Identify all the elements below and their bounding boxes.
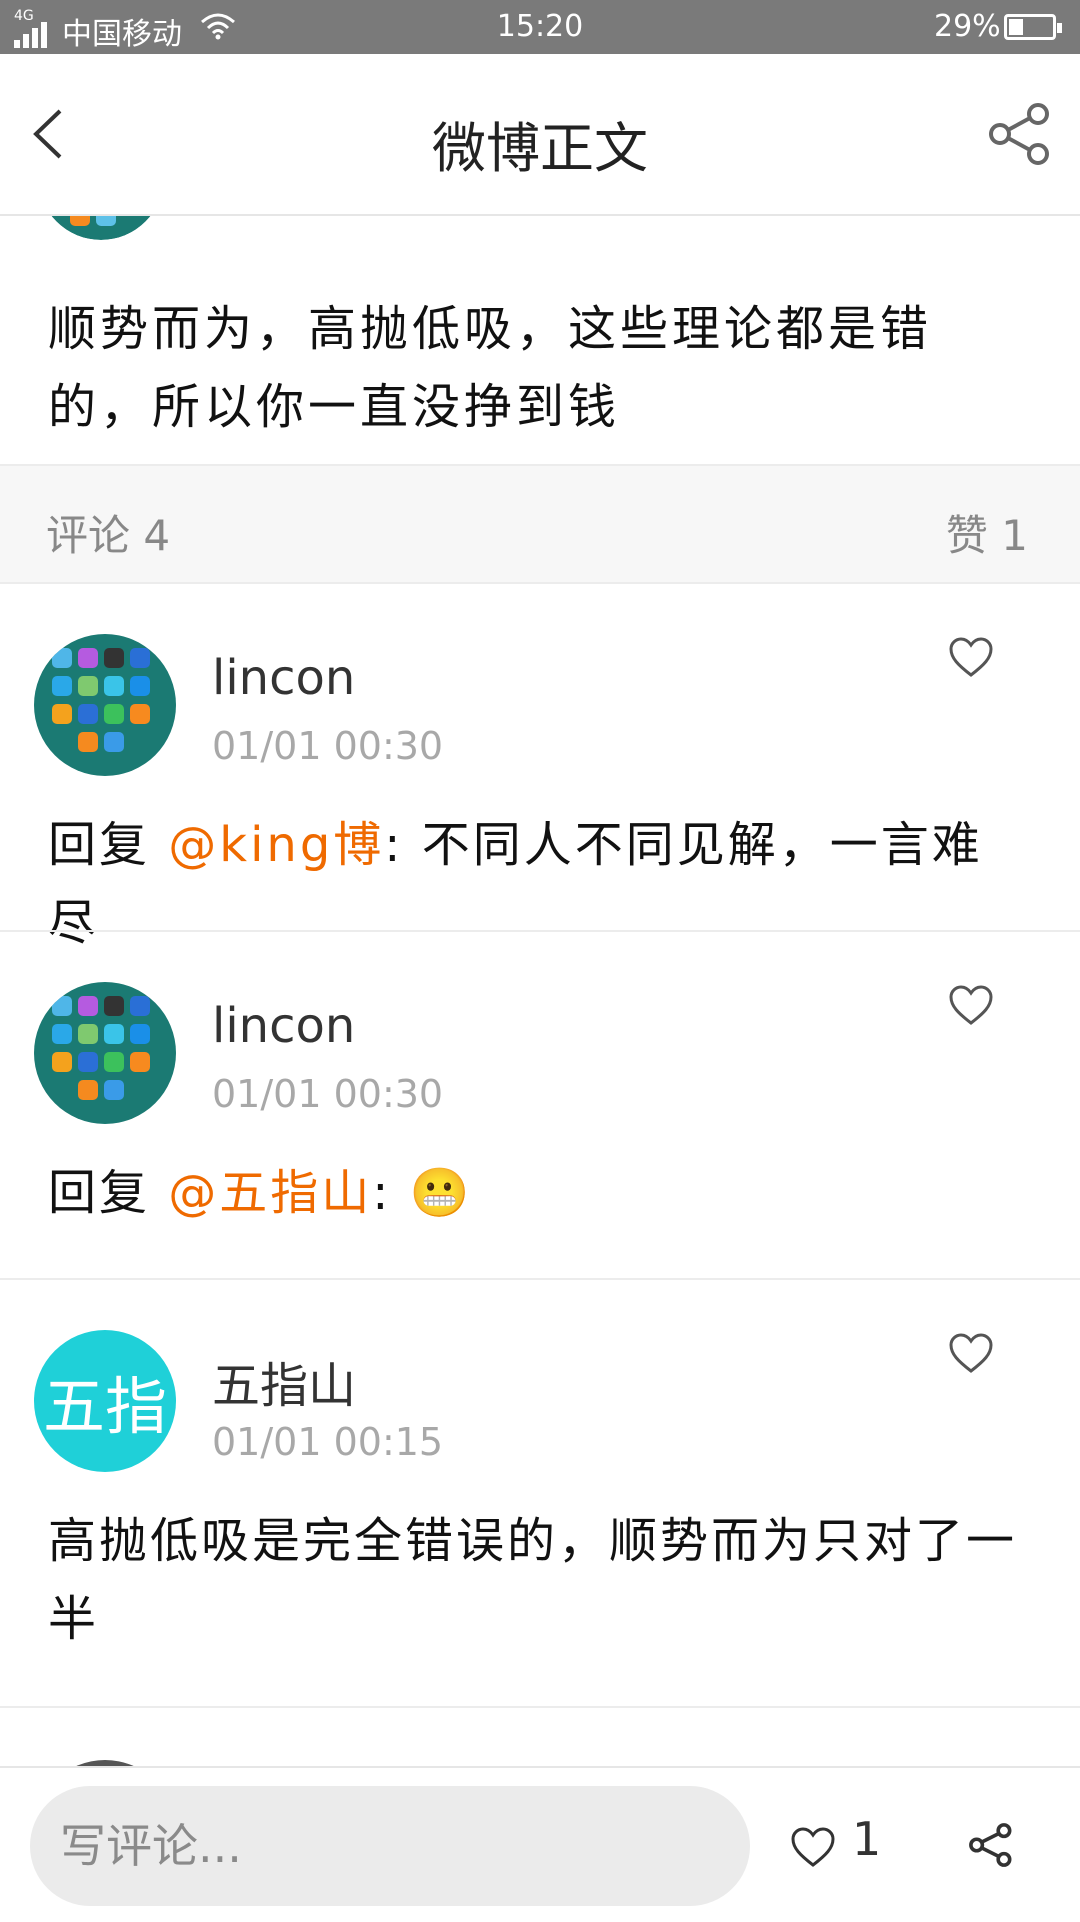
battery-percent: 29%	[934, 9, 1001, 44]
heart-icon[interactable]	[790, 1826, 836, 1868]
divider	[0, 1706, 1080, 1708]
battery-icon	[1004, 14, 1062, 40]
comment-item: 五指 五指山 01/01 00:15 高抛低吸是完全错误的，顺势而为只对了一半	[0, 1280, 1080, 1708]
avatar[interactable]: 五指	[34, 1330, 176, 1472]
comment-author[interactable]: lincon	[212, 650, 355, 706]
comment-text: : 😬	[372, 1165, 473, 1221]
share-icon[interactable]	[968, 1822, 1014, 1868]
avatar[interactable]	[34, 634, 176, 776]
heart-icon[interactable]	[948, 984, 994, 1026]
comment-time: 01/01 00:30	[212, 1072, 444, 1116]
comment-text: 高抛低吸是完全错误的，顺势而为只对了一半	[48, 1513, 1018, 1647]
bottom-bar: 写评论... 1	[0, 1766, 1080, 1922]
page-title: 微博正文	[432, 117, 648, 180]
counts-bar: 评论 4 赞 1	[0, 466, 1080, 582]
comment-author[interactable]: 五指山	[212, 1346, 356, 1416]
mention-link[interactable]: @king博	[168, 817, 384, 873]
mention-link[interactable]: @五指山	[168, 1165, 372, 1221]
heart-icon[interactable]	[948, 1332, 994, 1374]
comment-item: lincon 01/01 00:30 回复 @五指山: 😬	[0, 932, 1080, 1280]
comment-input[interactable]: 写评论...	[30, 1786, 750, 1906]
comment-time: 01/01 00:15	[212, 1420, 444, 1464]
avatar[interactable]	[34, 982, 176, 1124]
comment-count[interactable]: 评论 4	[46, 502, 170, 563]
heart-icon[interactable]	[948, 636, 994, 678]
like-count[interactable]: 赞 1	[946, 502, 1028, 563]
comment-time: 01/01 00:30	[212, 724, 444, 768]
reply-prefix: 回复	[48, 817, 169, 873]
reply-prefix: 回复	[48, 1165, 169, 1221]
comment-body: 回复 @五指山: 😬	[48, 1154, 1028, 1232]
status-bar: 4G 中国移动 15:20 29%	[0, 0, 1080, 54]
share-icon[interactable]	[988, 102, 1052, 166]
comment-author[interactable]: lincon	[212, 998, 355, 1054]
nav-header: 微博正文	[0, 54, 1080, 216]
like-count: 1	[852, 1812, 882, 1866]
post-text: 顺势而为，高抛低吸，这些理论都是错的，所以你一直没挣到钱	[48, 301, 933, 435]
clock: 15:20	[496, 9, 584, 44]
comment-item: lincon 01/01 00:30 回复 @king博: 不同人不同见解，一言…	[0, 584, 1080, 951]
